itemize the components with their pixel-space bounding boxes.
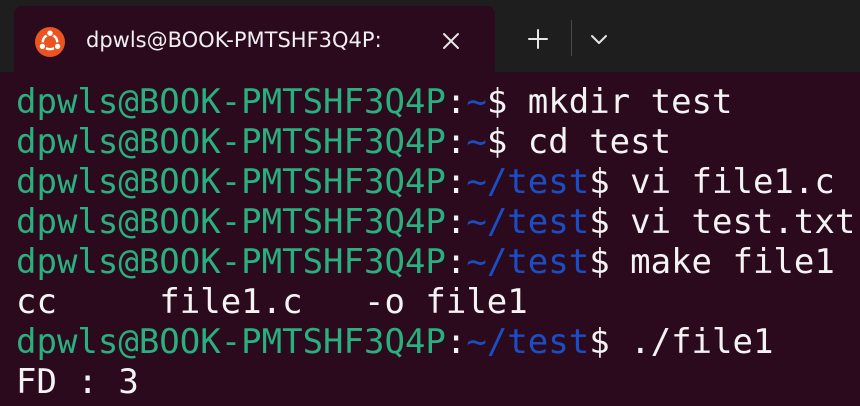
close-icon[interactable] [436, 26, 466, 56]
command-text: vi test.txt [609, 202, 856, 242]
terminal-output[interactable]: dpwls@BOOK-PMTSHF3Q4P:~$ mkdir test dpwls… [16, 82, 860, 402]
prompt-separator: : [445, 82, 467, 122]
prompt-separator: : [445, 162, 467, 202]
prompt-user-host: dpwls@BOOK-PMTSHF3Q4P [16, 162, 446, 202]
prompt-path: ~ [466, 82, 487, 122]
terminal-prompt-line: dpwls@BOOK-PMTSHF3Q4P:~/test$ vi file1.c [16, 162, 860, 202]
prompt-user-host: dpwls@BOOK-PMTSHF3Q4P [16, 122, 446, 162]
ubuntu-logo-icon [35, 27, 65, 57]
terminal-prompt-line: dpwls@BOOK-PMTSHF3Q4P:~$ cd test [16, 122, 860, 162]
prompt-symbol: $ [486, 122, 508, 162]
prompt-user-host: dpwls@BOOK-PMTSHF3Q4P [16, 202, 446, 242]
prompt-separator: : [445, 122, 467, 162]
prompt-path: ~/test [466, 162, 590, 202]
terminal-prompt-line: dpwls@BOOK-PMTSHF3Q4P:~/test$ ./file1 [16, 322, 860, 362]
terminal-prompt-line: dpwls@BOOK-PMTSHF3Q4P:~/test$ vi test.tx… [16, 202, 860, 242]
prompt-separator: : [445, 242, 467, 282]
prompt-symbol: $ [589, 242, 610, 282]
chevron-down-icon[interactable] [582, 22, 616, 56]
terminal-tab[interactable]: dpwls@BOOK-PMTSHF3Q4P: [14, 6, 495, 72]
tab-toolbar-divider [571, 20, 572, 56]
terminal-output-line: cc file1.c -o file1 [16, 282, 528, 322]
command-text: vi file1.c [609, 162, 835, 202]
title-bar: dpwls@BOOK-PMTSHF3Q4P: [0, 0, 860, 72]
prompt-user-host: dpwls@BOOK-PMTSHF3Q4P [16, 322, 446, 362]
terminal-prompt-line: dpwls@BOOK-PMTSHF3Q4P:~/test$ make file1 [16, 242, 860, 282]
prompt-user-host: dpwls@BOOK-PMTSHF3Q4P [16, 242, 446, 282]
prompt-path: ~/test [466, 202, 590, 242]
prompt-separator: : [445, 322, 467, 362]
command-text: ./file1 [609, 322, 774, 362]
prompt-path: ~/test [466, 322, 590, 362]
prompt-symbol: $ [589, 322, 610, 362]
terminal-output-line: FD : 3 [16, 362, 139, 402]
prompt-path: ~ [466, 122, 487, 162]
prompt-user-host: dpwls@BOOK-PMTSHF3Q4P [16, 82, 446, 122]
terminal-prompt-line: dpwls@BOOK-PMTSHF3Q4P:~$ mkdir test [16, 82, 860, 122]
prompt-path: ~/test [466, 242, 590, 282]
prompt-symbol: $ [589, 202, 610, 242]
prompt-symbol: $ [486, 82, 508, 122]
tab-title: dpwls@BOOK-PMTSHF3Q4P: [86, 28, 382, 52]
command-text: make file1 [609, 242, 835, 282]
prompt-separator: : [445, 202, 467, 242]
command-text: cd test [507, 122, 672, 162]
command-text: mkdir test [507, 82, 733, 122]
new-tab-plus-icon[interactable] [521, 22, 555, 56]
prompt-symbol: $ [589, 162, 610, 202]
